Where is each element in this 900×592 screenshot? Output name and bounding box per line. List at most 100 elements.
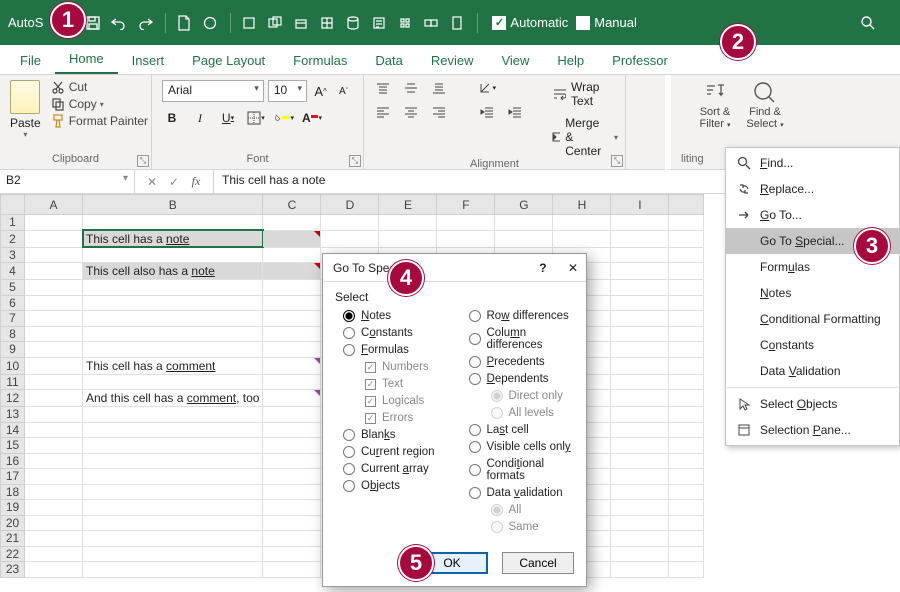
row-header[interactable]: 3 (1, 247, 25, 263)
cell[interactable] (25, 215, 83, 231)
bold-button[interactable]: B (162, 108, 182, 128)
cell[interactable] (611, 247, 669, 263)
tab-home[interactable]: Home (55, 45, 118, 74)
cell[interactable] (669, 311, 704, 327)
qat-redo-icon[interactable] (133, 11, 157, 35)
cell[interactable] (669, 407, 704, 423)
dialog-option[interactable]: ✓Errors (343, 412, 449, 424)
cell[interactable] (83, 407, 263, 423)
cell[interactable] (263, 562, 321, 578)
cell[interactable] (611, 295, 669, 311)
font-name-select[interactable]: Arial (162, 80, 264, 102)
row-header[interactable]: 14 (1, 422, 25, 438)
find-select-button[interactable]: Find & Select ▾ (741, 80, 789, 130)
col-header[interactable]: F (437, 195, 495, 215)
dialog-option[interactable]: All (469, 504, 575, 516)
cell[interactable] (83, 438, 263, 454)
menu-item[interactable]: Select Objects (726, 391, 899, 417)
cell[interactable] (611, 515, 669, 531)
tab-view[interactable]: View (487, 47, 543, 74)
cell[interactable] (83, 515, 263, 531)
cell[interactable] (611, 438, 669, 454)
dialog-option[interactable]: Data validation (469, 487, 575, 499)
cell[interactable] (611, 562, 669, 578)
cell[interactable] (263, 469, 321, 485)
cell[interactable] (495, 215, 553, 231)
qat-icon-a[interactable] (237, 11, 261, 35)
cell[interactable] (263, 546, 321, 562)
cell[interactable] (611, 469, 669, 485)
cell[interactable] (611, 453, 669, 469)
cell[interactable] (83, 531, 263, 547)
cell[interactable] (25, 484, 83, 500)
qat-icon-h[interactable] (419, 11, 443, 35)
cell[interactable] (611, 263, 669, 280)
dialog-option[interactable]: Direct only (469, 390, 575, 402)
cell[interactable] (263, 311, 321, 327)
dialog-close-icon[interactable]: ✕ (568, 261, 578, 275)
cell[interactable] (669, 484, 704, 500)
cell[interactable] (321, 215, 379, 231)
cell[interactable] (263, 280, 321, 296)
dialog-option[interactable]: Dependents (469, 373, 575, 385)
cell[interactable] (669, 215, 704, 231)
cell[interactable] (669, 230, 704, 247)
cell[interactable] (25, 546, 83, 562)
qat-icon-e[interactable] (341, 11, 365, 35)
col-header[interactable]: B (83, 195, 263, 215)
dialog-option[interactable]: Constants (343, 327, 449, 339)
col-header[interactable]: A (25, 195, 83, 215)
wrap-text-button[interactable]: Wrap Text (552, 80, 618, 108)
font-color-button[interactable]: A▾ (302, 108, 322, 128)
cell[interactable] (25, 280, 83, 296)
cell[interactable] (263, 515, 321, 531)
qat-icon-d[interactable] (315, 11, 339, 35)
cell[interactable] (669, 546, 704, 562)
cell[interactable] (25, 422, 83, 438)
qat-circle-icon[interactable] (198, 11, 222, 35)
cell[interactable] (83, 562, 263, 578)
cell[interactable] (669, 531, 704, 547)
cell[interactable] (611, 546, 669, 562)
menu-item[interactable]: Find... (726, 150, 899, 176)
cell[interactable] (669, 422, 704, 438)
tab-professor[interactable]: Professor (598, 47, 682, 74)
borders-button[interactable]: ▾ (246, 108, 266, 128)
dialog-option[interactable]: Precedents (469, 356, 575, 368)
clipboard-launcher[interactable]: ⤡ (137, 155, 149, 167)
cell[interactable] (669, 562, 704, 578)
increase-font-icon[interactable]: A^ (311, 80, 330, 102)
italic-button[interactable]: I (190, 108, 210, 128)
dialog-option[interactable]: Column differences (469, 327, 575, 351)
fill-color-button[interactable]: ▾ (274, 108, 294, 128)
cell[interactable] (611, 342, 669, 358)
cell[interactable] (611, 531, 669, 547)
align-right-icon[interactable] (430, 104, 448, 120)
cell[interactable] (611, 390, 669, 407)
dialog-option[interactable]: Blanks (343, 429, 449, 441)
manual-checkbox[interactable]: Manual (576, 15, 637, 30)
cell[interactable]: This cell has a note (83, 230, 263, 247)
menu-item[interactable]: Constants (726, 332, 899, 358)
row-header[interactable]: 12 (1, 390, 25, 407)
cell[interactable] (25, 374, 83, 390)
cell[interactable] (669, 280, 704, 296)
tab-pagelayout[interactable]: Page Layout (178, 47, 279, 74)
cell[interactable] (25, 407, 83, 423)
cell[interactable] (263, 500, 321, 516)
qat-undo-icon[interactable] (107, 11, 131, 35)
row-header[interactable]: 10 (1, 357, 25, 374)
dialog-help-icon[interactable]: ? (539, 261, 546, 275)
cell[interactable] (83, 374, 263, 390)
cell[interactable]: And this cell has a comment, too (83, 390, 263, 407)
cell[interactable] (25, 311, 83, 327)
qat-icon-f[interactable] (367, 11, 391, 35)
name-box[interactable]: B2 (0, 170, 135, 193)
row-header[interactable]: 8 (1, 326, 25, 342)
row-header[interactable]: 13 (1, 407, 25, 423)
cell[interactable] (611, 422, 669, 438)
dialog-option[interactable]: ✓Text (343, 378, 449, 390)
row-header[interactable]: 9 (1, 342, 25, 358)
cell[interactable] (669, 357, 704, 374)
orientation-icon[interactable]: ▾ (478, 80, 496, 96)
